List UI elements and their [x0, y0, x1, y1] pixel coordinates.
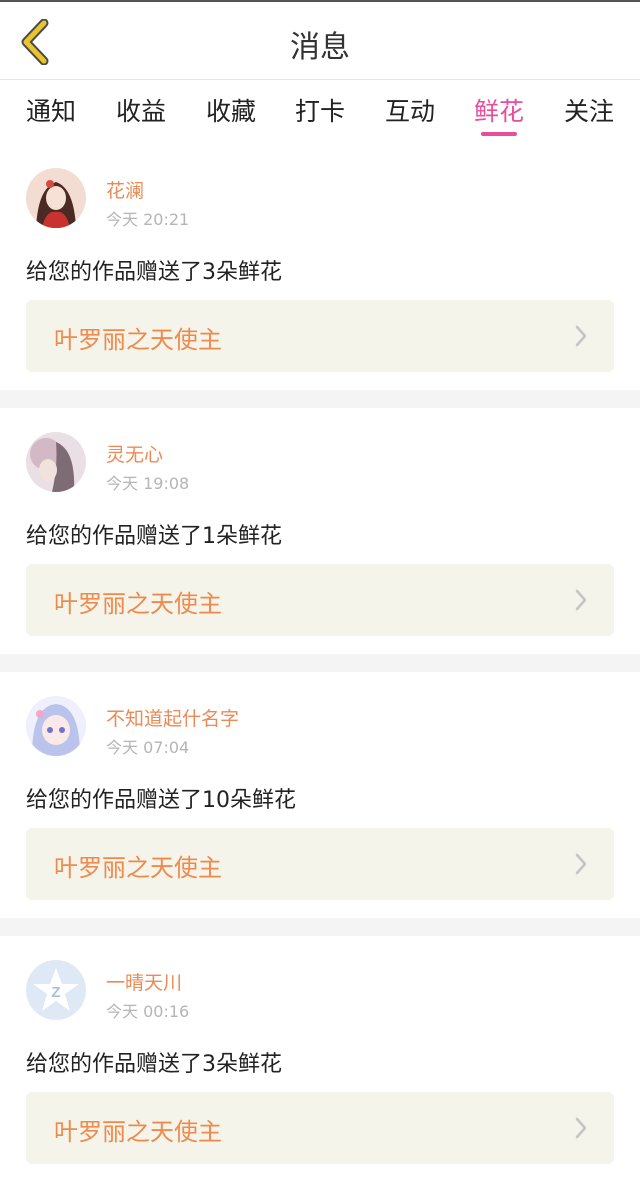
message-text: 给您的作品赠送了3朵鲜花 — [26, 260, 282, 285]
divider — [0, 390, 640, 408]
message-time: 今天 07:04 — [106, 738, 190, 757]
sender-name[interactable]: 花澜 — [106, 176, 144, 203]
message-text: 给您的作品赠送了10朵鲜花 — [26, 788, 296, 813]
message-card: Z 一晴天川 今天 00:16 给您的作品赠送了3朵鲜花 叶罗丽之天使主 — [0, 936, 640, 1179]
page-title: 消息 — [290, 30, 350, 65]
message-text: 给您的作品赠送了1朵鲜花 — [26, 524, 282, 549]
message-time: 今天 00:16 — [106, 1002, 190, 1021]
avatar[interactable] — [26, 168, 86, 228]
tab-notice[interactable]: 通知 — [26, 92, 76, 128]
active-tab-indicator — [481, 132, 517, 136]
work-title: 叶罗丽之天使主 — [54, 590, 222, 618]
message-text: 给您的作品赠送了3朵鲜花 — [26, 1052, 282, 1077]
work-link[interactable]: 叶罗丽之天使主 — [26, 300, 614, 372]
chevron-right-icon — [575, 853, 587, 875]
divider — [0, 918, 640, 936]
work-title: 叶罗丽之天使主 — [54, 326, 222, 354]
chevron-right-icon — [575, 325, 587, 347]
message-time: 今天 19:08 — [106, 474, 190, 493]
tab-flowers[interactable]: 鲜花 — [474, 92, 524, 128]
sender-name[interactable]: 不知道起什名字 — [106, 704, 239, 731]
chevron-right-icon — [575, 1117, 587, 1139]
message-card: 不知道起什名字 今天 07:04 给您的作品赠送了10朵鲜花 叶罗丽之天使主 — [0, 672, 640, 918]
tab-earnings[interactable]: 收益 — [116, 92, 166, 128]
divider — [0, 654, 640, 672]
sender-name[interactable]: 一晴天川 — [106, 968, 182, 995]
avatar[interactable] — [26, 696, 86, 756]
top-bar: 消息 — [0, 0, 640, 80]
work-title: 叶罗丽之天使主 — [54, 1118, 222, 1146]
avatar[interactable]: Z — [26, 960, 86, 1020]
tab-interaction[interactable]: 互动 — [385, 92, 435, 128]
work-link[interactable]: 叶罗丽之天使主 — [26, 828, 614, 900]
avatar[interactable] — [26, 432, 86, 492]
work-title: 叶罗丽之天使主 — [54, 854, 222, 882]
default-avatar-icon: Z — [26, 960, 86, 1020]
tab-favorites[interactable]: 收藏 — [206, 92, 256, 128]
message-time: 今天 20:21 — [106, 210, 190, 229]
tab-follow[interactable]: 关注 — [564, 92, 614, 128]
chevron-right-icon — [575, 589, 587, 611]
work-link[interactable]: 叶罗丽之天使主 — [26, 564, 614, 636]
message-card: 花澜 今天 20:21 给您的作品赠送了3朵鲜花 叶罗丽之天使主 — [0, 150, 640, 390]
work-link[interactable]: 叶罗丽之天使主 — [26, 1092, 614, 1164]
message-card: 灵无心 今天 19:08 给您的作品赠送了1朵鲜花 叶罗丽之天使主 — [0, 408, 640, 654]
svg-text:Z: Z — [51, 984, 60, 1001]
tab-checkin[interactable]: 打卡 — [295, 92, 345, 128]
sender-name[interactable]: 灵无心 — [106, 440, 163, 467]
tab-bar: 通知 收益 收藏 打卡 互动 鲜花 关注 — [0, 80, 640, 140]
